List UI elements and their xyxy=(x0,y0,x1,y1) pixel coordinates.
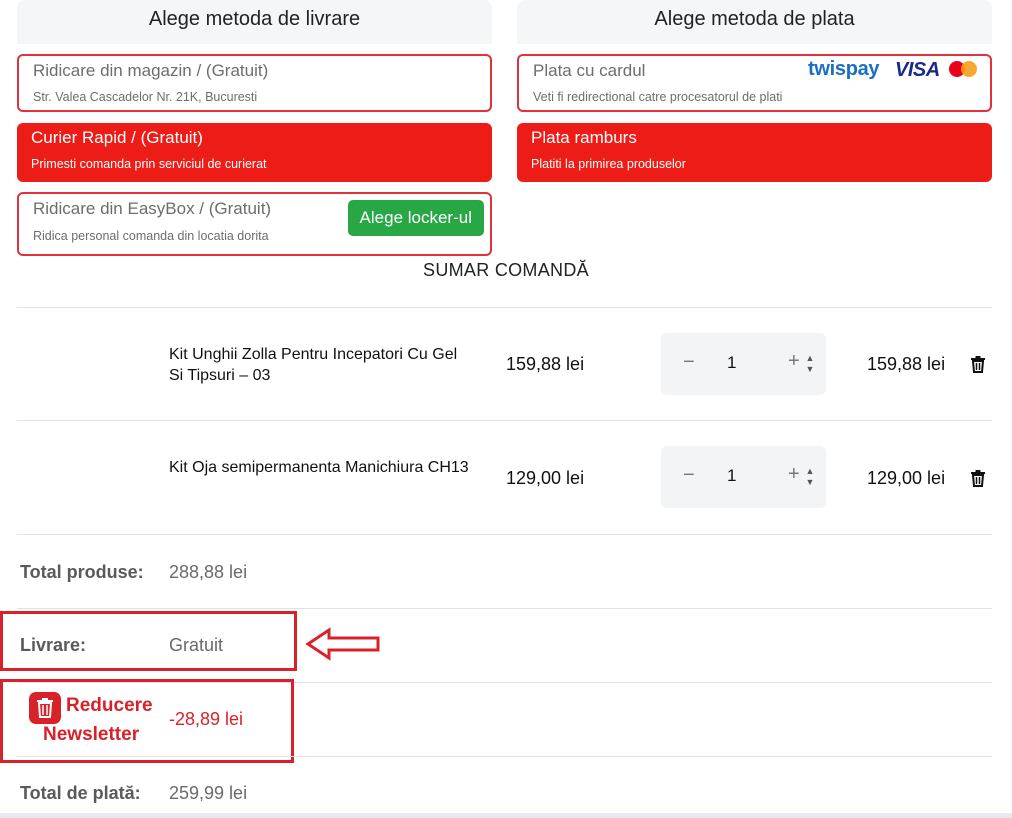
qty-increase-button[interactable]: + xyxy=(788,350,800,373)
divider xyxy=(17,534,992,535)
delivery-cost-value: Gratuit xyxy=(169,635,224,655)
discount-label-line2: Newsletter xyxy=(43,724,140,745)
discount-label-line1: Reducere xyxy=(66,695,153,716)
delivery-option-store-subtitle: Str. Valea Cascadelor Nr. 21K, Bucuresti xyxy=(33,90,258,104)
total-products-value: 288,88 lei xyxy=(169,562,248,582)
delivery-option-courier-subtitle: Primesti comanda prin serviciul de curie… xyxy=(31,157,267,171)
qty-spinner-icon[interactable]: ▲ ▼ xyxy=(803,353,817,375)
delivery-heading: Alege metoda de livrare xyxy=(17,0,492,44)
total-pay-value: 259,99 lei xyxy=(169,783,248,803)
delivery-option-store[interactable]: Ridicare din magazin / (Gratuit) Str. Va… xyxy=(17,54,492,112)
cart-item-price: 129,00 lei xyxy=(506,468,585,488)
quantity-stepper: − 1 + ▲ ▼ xyxy=(661,333,826,395)
delivery-cost-label: Livrare: xyxy=(20,635,87,655)
trash-icon[interactable] xyxy=(969,469,987,487)
arrow-left-icon xyxy=(305,627,380,661)
divider xyxy=(17,756,992,757)
delivery-option-courier[interactable]: Curier Rapid / (Gratuit) Primesti comand… xyxy=(17,123,492,182)
payment-option-cod[interactable]: Plata ramburs Platiti la primirea produs… xyxy=(517,123,992,182)
cart-item-price: 159,88 lei xyxy=(506,354,585,374)
qty-decrease-button[interactable]: − xyxy=(683,351,695,374)
qty-decrease-button[interactable]: − xyxy=(683,464,695,487)
bottom-edge xyxy=(0,813,1012,818)
divider xyxy=(17,307,992,308)
payment-option-cod-subtitle: Platiti la primirea produselor xyxy=(531,157,686,171)
payment-heading: Alege metoda de plata xyxy=(517,0,992,44)
visa-logo: VISA xyxy=(895,59,940,81)
summary-title: SUMAR COMANDĂ xyxy=(423,260,589,280)
total-products-label: Total produse: xyxy=(20,562,144,582)
total-pay-label: Total de plată: xyxy=(20,783,141,803)
payment-option-card-subtitle: Veti fi redirectional catre procesatorul… xyxy=(533,90,783,104)
payment-option-cod-title: Plata ramburs xyxy=(531,128,637,147)
choose-locker-button[interactable]: Alege locker-ul xyxy=(347,200,484,236)
divider xyxy=(17,420,992,421)
delivery-option-store-title: Ridicare din magazin / (Gratuit) xyxy=(33,61,269,80)
qty-value[interactable]: 1 xyxy=(727,466,736,486)
divider xyxy=(17,608,992,609)
discount-value: -28,89 lei xyxy=(169,709,244,729)
quantity-stepper: − 1 + ▲ ▼ xyxy=(661,446,826,508)
trash-icon[interactable] xyxy=(969,355,987,373)
delivery-option-courier-title: Curier Rapid / (Gratuit) xyxy=(31,128,203,147)
qty-value[interactable]: 1 xyxy=(727,353,736,373)
cart-item-name[interactable]: Kit Oja semipermanenta Manichiura CH13 xyxy=(169,457,469,478)
mastercard-logo-circle xyxy=(961,61,977,77)
qty-spinner-icon[interactable]: ▲ ▼ xyxy=(803,466,817,488)
cart-item-total: 159,88 lei xyxy=(867,354,946,374)
delivery-option-easybox[interactable]: Ridicare din EasyBox / (Gratuit) Ridica … xyxy=(17,192,492,256)
cart-item-name[interactable]: Kit Unghii Zolla Pentru Incepatori Cu Ge… xyxy=(169,344,469,386)
cart-item-total: 129,00 lei xyxy=(867,468,946,488)
qty-increase-button[interactable]: + xyxy=(788,463,800,486)
remove-discount-icon[interactable] xyxy=(29,692,61,724)
twispay-logo: twispay xyxy=(808,58,880,80)
